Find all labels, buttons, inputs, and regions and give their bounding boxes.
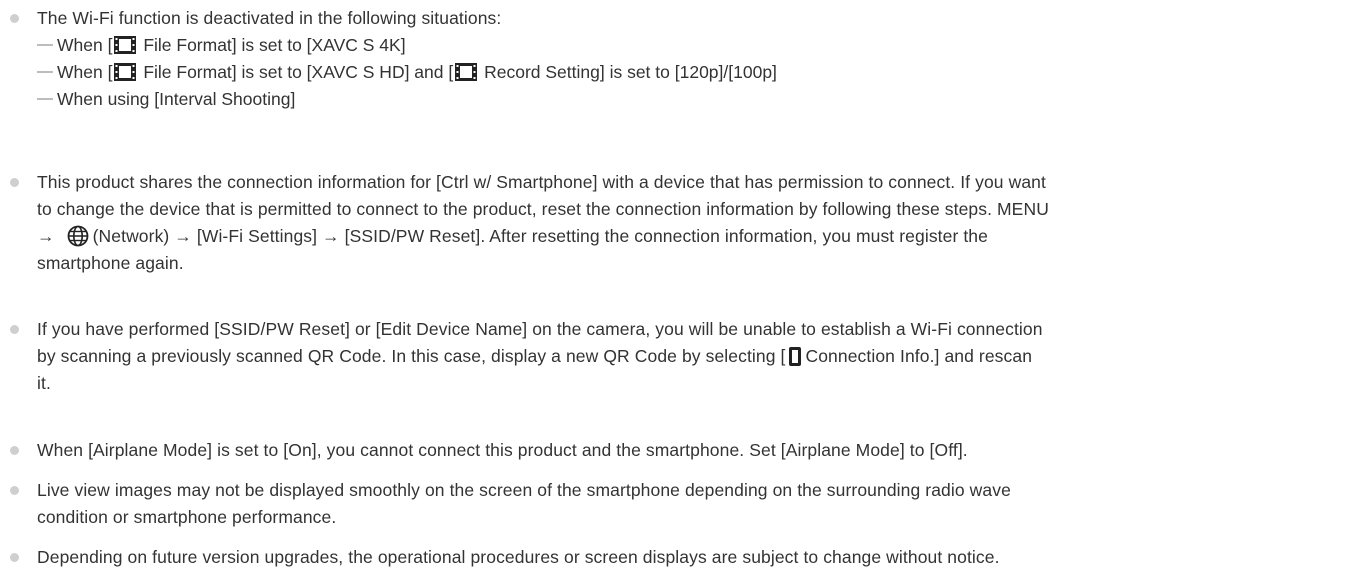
sub-item-file-format-hd: When [ File Format] is set to [XAVC S HD… xyxy=(37,59,777,86)
bullet-icon xyxy=(10,486,19,495)
note-text: The Wi-Fi function is deactivated in the… xyxy=(37,8,502,28)
dash-icon xyxy=(37,98,53,101)
bullet-icon xyxy=(10,446,19,455)
note-text: Depending on future version upgrades, th… xyxy=(37,547,1000,567)
dash-icon xyxy=(37,44,53,47)
movie-film-icon xyxy=(114,36,137,54)
smartphone-icon xyxy=(789,347,802,366)
note-text: This product shares the connection infor… xyxy=(37,172,1049,273)
note-text: If you have performed [SSID/PW Reset] or… xyxy=(37,319,1043,393)
movie-film-icon xyxy=(114,63,137,81)
movie-film-icon xyxy=(455,63,478,81)
sub-item-interval-shooting: When using [Interval Shooting] xyxy=(37,86,295,113)
sub-item-file-format-4k: When [ File Format] is set to [XAVC S 4K… xyxy=(37,32,406,59)
bullet-icon xyxy=(10,325,19,334)
bullet-icon xyxy=(10,553,19,562)
note-text: Live view images may not be displayed sm… xyxy=(37,480,1011,527)
note-text: When [Airplane Mode] is set to [On], you… xyxy=(37,440,968,460)
bullet-icon xyxy=(10,178,19,187)
network-globe-icon xyxy=(67,225,89,247)
bullet-icon xyxy=(10,14,19,23)
dash-icon xyxy=(37,71,53,74)
